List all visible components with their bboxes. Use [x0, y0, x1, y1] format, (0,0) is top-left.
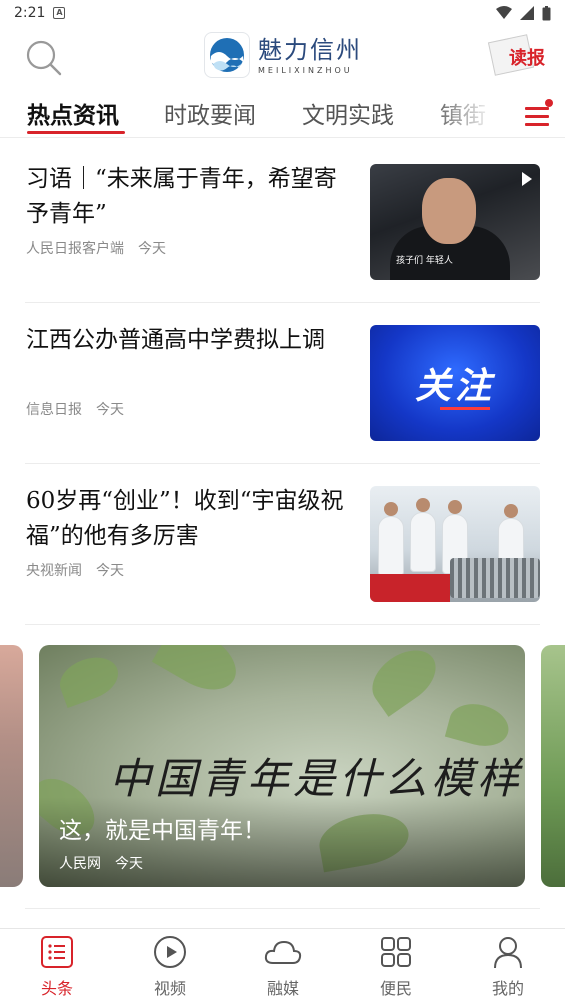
channel-menu-button[interactable] [520, 98, 554, 130]
tab-hot-news[interactable]: 热点资讯 [27, 96, 119, 130]
news-source: 信息日报 [26, 402, 82, 418]
nav-label: 头条 [40, 979, 73, 998]
nav-profile[interactable]: 我的 [468, 935, 548, 1001]
logo-title: 魅力信州 [258, 35, 362, 64]
grid-icon [381, 937, 411, 967]
tabs-fade [430, 92, 510, 134]
logo-subtitle: MEILIXINZHOU [258, 65, 353, 75]
logo-wave-icon [204, 32, 250, 78]
search-button[interactable] [24, 38, 64, 78]
carousel-prev-slide[interactable] [0, 645, 23, 887]
news-title: 习语｜“未来属于青年，希望寄予青年” [26, 166, 337, 227]
thumb-machine [450, 558, 540, 598]
battery-icon [542, 5, 551, 20]
nav-label: 视频 [153, 979, 186, 998]
leaf-shape [53, 649, 125, 709]
thumb-stand [370, 574, 450, 602]
video-play-icon [522, 172, 532, 186]
thumb-face [422, 178, 476, 244]
category-tabs: 热点资讯 时政要闻 文明实践 镇街 [0, 92, 565, 138]
news-meta: 央视新闻 今天 [26, 560, 124, 580]
news-time: 今天 [96, 402, 124, 418]
cloud-icon [264, 940, 302, 964]
read-newspaper-button[interactable]: 读报 [485, 34, 545, 78]
news-source: 人民日报客户端 [26, 241, 124, 257]
nav-label: 融媒 [266, 979, 299, 998]
nav-headlines[interactable]: 头条 [17, 935, 97, 1001]
news-meta: 信息日报 今天 [26, 399, 124, 419]
featured-carousel[interactable]: 中国青年是什么模样？ 这，就是中国青年！ 人民网 今天 [0, 645, 565, 888]
news-thumbnail: 孩子们 年轻人 [370, 164, 540, 280]
slide-source: 人民网 [59, 856, 101, 872]
nav-media[interactable]: 融媒 [243, 935, 323, 1001]
leaf-shape [151, 645, 247, 702]
divider [25, 908, 540, 909]
tab-politics[interactable]: 时政要闻 [164, 96, 256, 130]
news-time: 今天 [96, 563, 124, 579]
app-logo: 魅力信州 MEILIXINZHOU [204, 32, 362, 78]
play-icon [154, 936, 186, 968]
slide-time: 今天 [115, 856, 143, 872]
nav-label: 便民 [379, 979, 412, 998]
leaf-shape [444, 697, 514, 753]
thumb-head [416, 498, 430, 512]
tab-civilization[interactable]: 文明实践 [302, 96, 394, 130]
nav-video[interactable]: 视频 [130, 935, 210, 1001]
news-thumbnail [370, 486, 540, 602]
news-item[interactable]: 习语｜“未来属于青年，希望寄予青年” 人民日报客户端 今天 孩子们 年轻人 [25, 142, 540, 303]
search-icon [26, 40, 62, 76]
active-tab-indicator [27, 131, 125, 134]
wifi-icon [496, 6, 512, 19]
status-bar: 2:21 A [0, 0, 565, 26]
carousel-next-slide[interactable] [541, 645, 565, 887]
news-meta: 人民日报客户端 今天 [26, 238, 166, 258]
thumb-person [410, 512, 436, 572]
thumb-accent-line [440, 407, 490, 410]
news-title: 江西公办普通高中学费拟上调 [26, 327, 325, 353]
headlines-icon [41, 936, 73, 968]
news-source: 央视新闻 [26, 563, 82, 579]
news-title: 60岁再“创业”！收到“宇宙级祝福”的他有多厉害 [26, 488, 344, 549]
news-item[interactable]: 60岁再“创业”！收到“宇宙级祝福”的他有多厉害 央视新闻 今天 [25, 464, 540, 625]
thumb-head [504, 504, 518, 518]
news-item[interactable]: 江西公办普通高中学费拟上调 信息日报 今天 关注 [25, 303, 540, 464]
menu-icon [525, 107, 549, 110]
nav-services[interactable]: 便民 [356, 935, 436, 1001]
slide-meta: 人民网 今天 [59, 853, 143, 873]
slide-title: 这，就是中国青年！ [59, 818, 266, 844]
thumb-person [378, 516, 404, 576]
status-time: 2:21 [14, 5, 46, 21]
nav-label: 我的 [491, 979, 524, 998]
app-header: 魅力信州 MEILIXINZHOU 读报 [0, 26, 565, 90]
carousel-slide[interactable]: 中国青年是什么模样？ 这，就是中国青年！ 人民网 今天 [39, 645, 525, 887]
news-time: 今天 [138, 241, 166, 257]
thumb-caption: 孩子们 年轻人 [396, 256, 453, 266]
menu-badge-dot [545, 99, 553, 107]
menu-icon-bar [525, 115, 549, 118]
news-thumbnail: 关注 [370, 325, 540, 441]
bottom-navigation: 头条 视频 融媒 便民 我的 [0, 928, 565, 1004]
thumb-head [448, 500, 462, 514]
user-icon [494, 937, 522, 969]
signal-icon [520, 6, 534, 20]
notification-a-icon: A [53, 7, 66, 19]
thumb-head [384, 502, 398, 516]
menu-icon-bar [525, 123, 549, 126]
leaf-shape [362, 645, 446, 717]
read-newspaper-label: 读报 [509, 48, 545, 69]
thumb-word: 关注 [414, 366, 495, 407]
